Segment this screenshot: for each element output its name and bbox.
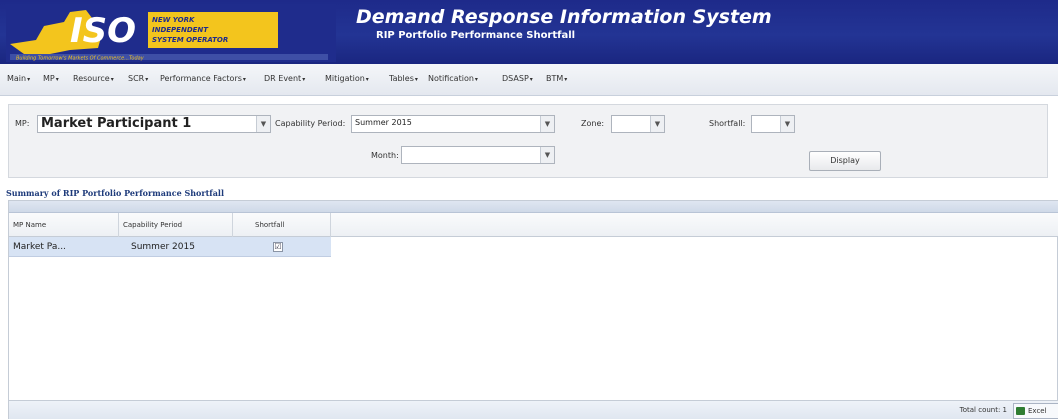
menu-performance-factors[interactable]: Performance Factors▾ [160,74,246,83]
chevron-down-icon: ▼ [256,116,270,132]
main-menu: Main▾ MP▾ Resource▾ SCR▾ Performance Fac… [0,64,1058,96]
excel-button-label: Excel [1028,407,1047,415]
logo-tagline: Building Tomorrow's Markets Of Commerce.… [16,56,145,62]
chevron-down-icon: ▾ [529,76,533,83]
chevron-down-icon: ▾ [474,76,478,83]
column-header-capability-period[interactable]: Capability Period [119,213,233,237]
filter-panel: MP: Market Participant 1 ▼ Capability Pe… [8,104,1048,178]
total-count: Total count: 1 [959,406,1007,414]
nyiso-logo: ISO NEW YORK INDEPENDENT SYSTEM OPERATOR… [6,4,336,62]
menu-mitigation[interactable]: Mitigation▾ [325,74,369,83]
table-row[interactable]: Market Pa... Summer 2015 ☑ [9,237,331,257]
excel-export-button[interactable]: Excel [1013,403,1058,419]
shortfall-checkbox: ☑ [273,242,283,252]
column-header-shortfall[interactable]: Shortfall [233,213,331,237]
menu-dsasp[interactable]: DSASP▾ [502,74,533,83]
chevron-down-icon: ▾ [145,76,149,83]
menu-scr[interactable]: SCR▾ [128,74,148,83]
capability-period-value: Summer 2015 [355,118,412,127]
menu-main[interactable]: Main▾ [7,74,30,83]
chevron-down-icon: ▼ [650,116,664,132]
logo-org-line2: INDEPENDENT [152,26,209,34]
app-header: ISO NEW YORK INDEPENDENT SYSTEM OPERATOR… [0,0,1058,64]
page-subtitle: RIP Portfolio Performance Shortfall [376,30,576,41]
menu-dr-event[interactable]: DR Event▾ [264,74,305,83]
mp-label: MP: [15,119,30,128]
chevron-down-icon: ▾ [302,76,306,83]
menu-tables[interactable]: Tables▾ [389,74,418,83]
logo-org-line3: SYSTEM OPERATOR [152,36,228,44]
chevron-down-icon: ▾ [365,76,369,83]
shortfall-grid: MP Name Capability Period Shortfall Mark… [8,200,1058,419]
month-label: Month: [371,151,399,160]
zone-label: Zone: [581,119,605,128]
excel-icon [1016,407,1025,415]
logo-org-line1: NEW YORK [152,16,195,24]
chevron-down-icon: ▾ [110,76,114,83]
grid-header-bar [9,201,1058,213]
chevron-down-icon: ▼ [540,116,554,132]
mp-select[interactable]: Market Participant 1 ▼ [37,115,271,133]
zone-select[interactable]: ▼ [611,115,665,133]
page-title: Demand Response Information System [356,6,772,28]
capability-period-label: Capability Period: [275,119,346,128]
chevron-down-icon: ▾ [55,76,59,83]
chevron-down-icon: ▼ [540,147,554,163]
column-header-mp-name[interactable]: MP Name [9,213,119,237]
grid-header-row: MP Name Capability Period Shortfall [9,213,1058,237]
chevron-down-icon: ▾ [564,76,568,83]
mp-select-value: Market Participant 1 [41,116,192,131]
menu-mp[interactable]: MP▾ [43,74,59,83]
shortfall-select[interactable]: ▼ [751,115,795,133]
chevron-down-icon: ▼ [780,116,794,132]
grid-title: Summary of RIP Portfolio Performance Sho… [6,188,224,198]
display-button[interactable]: Display [809,151,881,171]
capability-period-select[interactable]: Summer 2015 ▼ [351,115,555,133]
logo-letters: ISO [70,11,136,51]
chevron-down-icon: ▾ [242,76,246,83]
chevron-down-icon: ▾ [414,76,418,83]
shortfall-label: Shortfall: [709,119,746,128]
cell-capability-period: Summer 2015 [131,242,195,252]
cell-mp-name: Market Pa... [13,242,66,252]
month-select[interactable]: ▼ [401,146,555,164]
menu-resource[interactable]: Resource▾ [73,74,114,83]
grid-footer: Total count: 1 Excel [9,400,1058,419]
chevron-down-icon: ▾ [27,76,31,83]
menu-btm[interactable]: BTM▾ [546,74,567,83]
menu-notification[interactable]: Notification▾ [428,74,478,83]
